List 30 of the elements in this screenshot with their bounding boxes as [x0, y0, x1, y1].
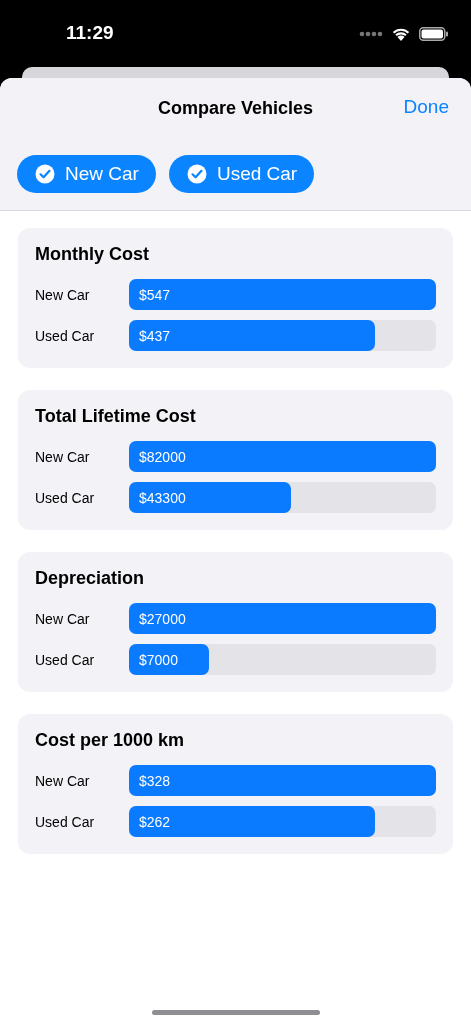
card-title: Cost per 1000 km: [35, 730, 186, 751]
filter-chip[interactable]: New Car: [17, 155, 156, 193]
checkmark-icon: [35, 164, 55, 184]
sheet-title: Compare Vehicles: [157, 97, 314, 119]
vehicle-label: New Car: [35, 448, 91, 465]
bar-value: $547: [139, 286, 171, 303]
wifi-icon: [391, 26, 411, 41]
filter-chip[interactable]: Used Car: [168, 155, 315, 193]
done-button[interactable]: Done: [403, 96, 449, 118]
card-title: Depreciation: [35, 568, 146, 589]
bar-value: $7000: [139, 651, 178, 668]
checkmark-icon: [186, 164, 207, 184]
bar-value: $82000: [139, 448, 186, 465]
bar-value: $262: [139, 813, 171, 830]
signal-icon: [359, 30, 383, 37]
vehicle-label: New Car: [35, 610, 91, 627]
vehicle-label: New Car: [35, 286, 91, 303]
vehicle-label: Used Car: [35, 813, 96, 830]
bar-value: $437: [139, 327, 171, 344]
card-title: Monthly Cost: [35, 244, 150, 265]
battery-icon: [419, 26, 449, 41]
vehicle-label: Used Car: [35, 489, 96, 506]
vehicle-label: Used Car: [35, 327, 96, 344]
bar-value: $27000: [139, 610, 186, 627]
vehicle-label: New Car: [35, 772, 91, 789]
status-time: 11:29: [66, 21, 115, 45]
vehicle-label: Used Car: [35, 651, 96, 668]
card-title: Total Lifetime Cost: [35, 406, 197, 427]
bar-value: $43300: [139, 489, 186, 506]
bar-value: $328: [139, 772, 171, 789]
